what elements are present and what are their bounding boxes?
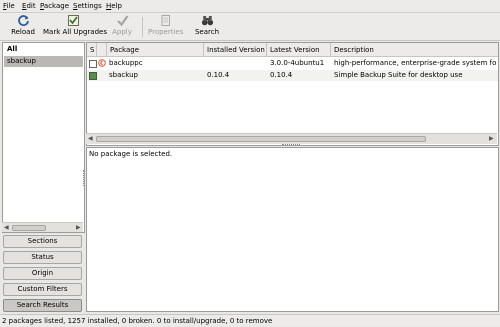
installed-status-box[interactable] <box>89 72 97 80</box>
filter-item-label: All <box>7 45 18 53</box>
properties-icon <box>161 15 170 26</box>
mark-upgrades-icon <box>67 15 79 26</box>
column-header-description[interactable]: Description <box>331 43 498 57</box>
apply-label: Apply <box>112 28 132 36</box>
custom-filters-label: Custom Filters <box>17 285 68 293</box>
search-results-label: Search Results <box>16 301 69 309</box>
mark-all-upgrades-label: Mark All Upgrades <box>43 28 107 36</box>
scroll-left-icon[interactable]: ◀ <box>4 224 9 231</box>
details-text: No package is selected. <box>89 150 173 158</box>
status-button[interactable]: Status <box>3 251 82 264</box>
filter-item-sbackup[interactable]: sbackup <box>4 56 83 67</box>
column-header-package[interactable]: Package <box>107 43 204 57</box>
scrollbar-thumb[interactable] <box>96 136 426 142</box>
menu-help[interactable]: Help <box>106 2 122 10</box>
menu-package[interactable]: Package <box>40 2 69 10</box>
checkmark-icon <box>116 15 128 27</box>
search-results-button[interactable]: Search Results <box>3 299 82 312</box>
menu-settings[interactable]: Settings <box>73 2 102 10</box>
reload-label: Reload <box>11 28 35 36</box>
scroll-right-icon[interactable]: ▶ <box>76 224 81 231</box>
reload-icon <box>17 15 29 26</box>
package-details: No package is selected. <box>86 147 499 312</box>
binoculars-icon <box>201 16 213 26</box>
properties-label: Properties <box>148 28 184 36</box>
search-button[interactable]: Search <box>194 14 220 40</box>
installed-version: 0.10.4 <box>207 71 230 79</box>
column-header-support[interactable] <box>97 43 107 57</box>
origin-button[interactable]: Origin <box>3 267 82 280</box>
filter-item-all[interactable]: All <box>4 44 83 55</box>
package-name: sbackup <box>109 71 138 79</box>
toolbar: Reload Mark All Upgrades Apply Propertie… <box>0 13 500 41</box>
toolbar-separator <box>142 17 143 37</box>
status-checkbox[interactable] <box>89 60 97 68</box>
table-row[interactable]: sbackup 0.10.4 0.10.4 Simple Backup Suit… <box>87 70 498 81</box>
search-label: Search <box>194 28 220 36</box>
package-description: high-performance, enterprise-grade syste… <box>334 59 497 67</box>
table-row[interactable]: backuppc 3.0.0-4ubuntu1 high-performance… <box>87 58 498 69</box>
status-bar: 2 packages listed, 1257 installed, 0 bro… <box>0 314 500 326</box>
origin-label: Origin <box>31 269 54 277</box>
filter-list-scrollbar[interactable]: ◀ ▶ <box>2 222 83 232</box>
menu-edit[interactable]: Edit <box>22 2 36 10</box>
package-description: Simple Backup Suite for desktop use <box>334 71 463 79</box>
sections-button[interactable]: Sections <box>3 235 82 248</box>
mark-all-upgrades-button[interactable]: Mark All Upgrades <box>43 14 107 40</box>
package-table-scrollbar[interactable]: ◀ ▶ <box>86 133 497 144</box>
latest-version: 3.0.0-4ubuntu1 <box>270 59 325 67</box>
reload-button[interactable]: Reload <box>9 14 37 40</box>
column-header-installed-version[interactable]: Installed Version <box>204 43 267 57</box>
apply-button[interactable]: Apply <box>110 14 134 40</box>
column-header-status[interactable]: S <box>87 43 97 57</box>
status-label: Status <box>31 253 54 261</box>
sections-label: Sections <box>27 237 58 245</box>
package-table: S Package Installed Version Latest Versi… <box>86 42 499 146</box>
scrollbar-thumb[interactable] <box>12 225 46 231</box>
package-name: backuppc <box>109 59 143 67</box>
properties-button[interactable]: Properties <box>148 14 184 40</box>
status-text: 2 packages listed, 1257 installed, 0 bro… <box>2 317 273 325</box>
menubar: File Edit Package Settings Help <box>0 0 500 13</box>
filter-item-label: sbackup <box>7 57 36 65</box>
latest-version: 0.10.4 <box>270 71 293 79</box>
filter-list: All sbackup <box>2 42 85 233</box>
column-header-latest-version[interactable]: Latest Version <box>267 43 331 57</box>
custom-filters-button[interactable]: Custom Filters <box>3 283 82 296</box>
scroll-right-icon[interactable]: ▶ <box>489 135 494 142</box>
scroll-left-icon[interactable]: ◀ <box>88 135 93 142</box>
supported-icon <box>98 59 106 67</box>
menu-file[interactable]: File <box>3 2 15 10</box>
